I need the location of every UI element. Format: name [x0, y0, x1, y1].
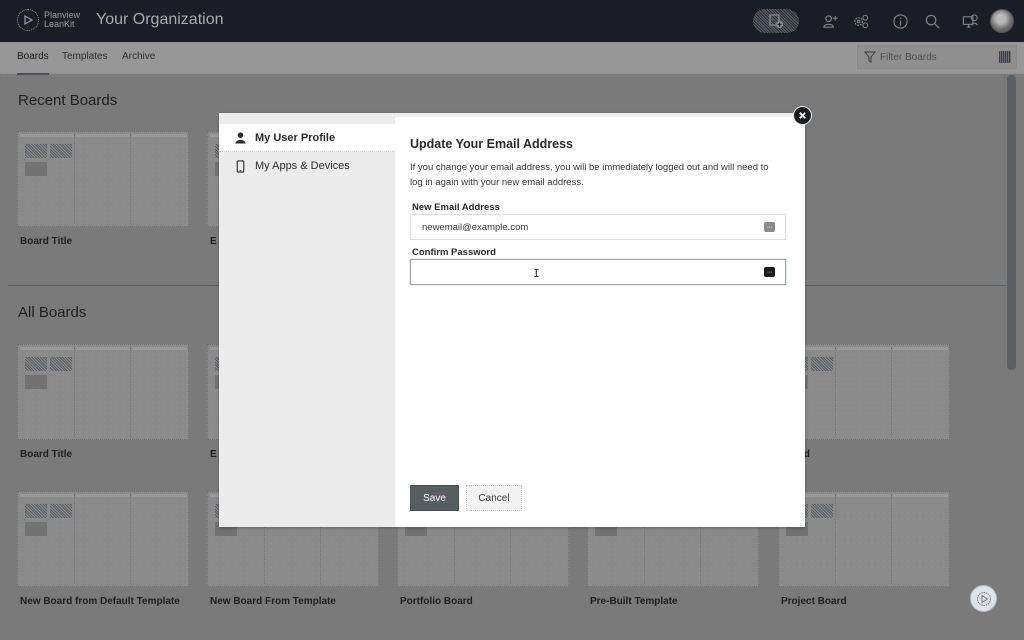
board-title[interactable]: Portfolio Board — [400, 595, 569, 608]
board-thumbnail — [17, 344, 189, 440]
cancel-button[interactable]: Cancel — [466, 485, 522, 511]
sidebar-item-label: My Apps & Devices — [255, 160, 350, 172]
modal-title: Update Your Email Address — [410, 137, 574, 151]
user-icon — [233, 131, 247, 145]
new-email-field-wrapper — [410, 214, 786, 240]
logo-line-2: LeanKit — [44, 19, 75, 29]
board-thumbnail — [17, 131, 189, 227]
invite-user-button[interactable] — [820, 11, 840, 31]
close-modal-button[interactable] — [793, 106, 812, 125]
user-avatar[interactable] — [990, 9, 1014, 33]
board-card[interactable]: Board Title — [17, 344, 189, 461]
search-button[interactable] — [922, 11, 942, 31]
tab-boards[interactable]: Boards — [17, 51, 49, 75]
all-boards-heading: All Boards — [18, 304, 87, 321]
filter-boards-box — [857, 45, 1017, 69]
info-button[interactable] — [890, 11, 910, 31]
user-profile-modal: My User Profile My Apps & Devices Update… — [219, 113, 805, 527]
password-manager-icon[interactable] — [764, 267, 775, 277]
board-title[interactable]: Board — [781, 448, 950, 461]
sidebar-item-label: My User Profile — [255, 131, 336, 144]
info-icon — [892, 13, 908, 29]
search-icon — [925, 14, 940, 29]
new-email-label: New Email Address — [412, 202, 500, 213]
add-board-icon — [769, 14, 783, 28]
keyboard-shortcut-icon[interactable] — [999, 51, 1011, 63]
phone-icon — [233, 159, 247, 173]
confirm-password-label: Confirm Password — [412, 247, 496, 258]
sidebar-item-my-user-profile[interactable]: My User Profile — [219, 124, 395, 152]
save-button[interactable]: Save — [410, 485, 459, 511]
board-title[interactable]: Board Title — [20, 235, 189, 248]
support-icon — [962, 13, 978, 28]
confirm-password-input[interactable] — [422, 266, 742, 278]
support-button[interactable] — [960, 11, 980, 31]
new-email-input[interactable] — [422, 221, 742, 233]
settings-icon — [853, 14, 868, 28]
logo-text: Planview LeanKit — [44, 11, 80, 29]
help-button[interactable] — [970, 585, 997, 612]
modal-sidebar: My User Profile My Apps & Devices — [219, 113, 395, 527]
confirm-password-field-wrapper: I — [410, 259, 786, 285]
invite-user-icon — [822, 14, 838, 28]
logo-icon — [17, 9, 39, 31]
top-bar: Planview LeanKit Your Organization — [0, 0, 1024, 42]
board-title[interactable]: Project Board — [781, 595, 950, 608]
board-title[interactable]: New Board from Default Template — [20, 595, 189, 608]
close-icon — [799, 112, 806, 119]
board-title[interactable]: Board Title — [20, 448, 189, 461]
play-logo-icon — [976, 591, 991, 606]
planview-leankit-logo[interactable]: Planview LeanKit — [17, 9, 80, 31]
sidebar-item-my-apps-devices[interactable]: My Apps & Devices — [219, 152, 395, 180]
organization-title: Your Organization — [96, 11, 224, 28]
filter-icon — [864, 51, 876, 63]
modal-content: Update Your Email Address If you change … — [395, 113, 805, 527]
recent-boards-heading: Recent Boards — [18, 92, 118, 109]
board-card[interactable]: New Board from Default Template — [17, 491, 189, 608]
board-card[interactable]: Board Title — [17, 131, 189, 248]
tab-archive[interactable]: Archive — [122, 51, 155, 62]
board-title[interactable]: Pre-Built Template — [590, 595, 759, 608]
password-manager-icon[interactable] — [764, 222, 775, 232]
settings-button[interactable] — [851, 11, 871, 31]
filter-boards-input[interactable] — [880, 51, 1000, 63]
add-board-button[interactable] — [753, 9, 799, 33]
modal-description: If you change your email address, you wi… — [410, 162, 769, 188]
tab-templates[interactable]: Templates — [62, 51, 108, 62]
page-scrollbar[interactable] — [1007, 75, 1016, 370]
board-title[interactable]: New Board From Template — [210, 595, 379, 608]
text-cursor-icon: I — [533, 267, 540, 280]
board-thumbnail — [17, 491, 189, 587]
